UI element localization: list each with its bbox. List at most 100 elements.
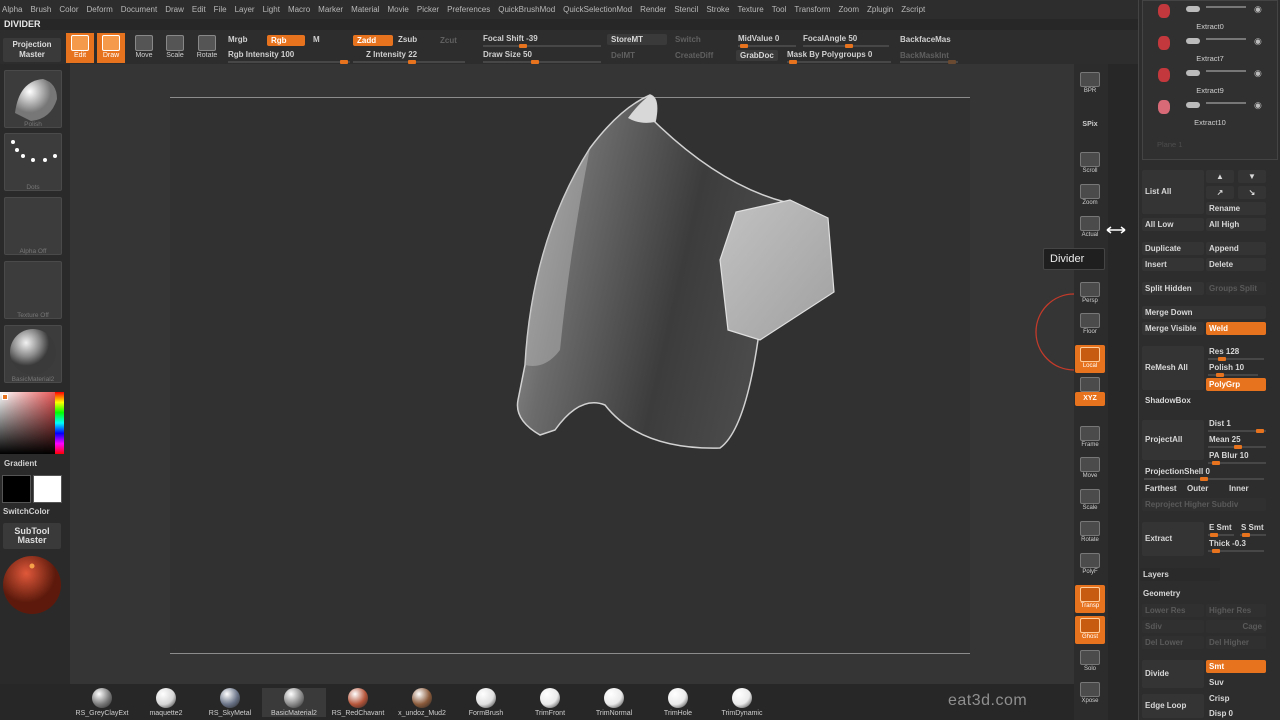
list-all-button[interactable]: List All [1142, 170, 1204, 214]
tool-spix-button[interactable]: SPix [1075, 118, 1105, 132]
storemt-button[interactable]: StoreMT [607, 34, 667, 45]
zcut-toggle[interactable]: Zcut [436, 35, 461, 46]
edge-loop-button[interactable]: Edge Loop [1142, 694, 1204, 718]
menu-item-color[interactable]: Color [59, 5, 78, 14]
divide-button[interactable]: Divide [1142, 660, 1204, 688]
grabdoc-button[interactable]: GrabDoc [736, 50, 778, 61]
groups-split-button[interactable]: Groups Split [1206, 282, 1266, 295]
mask-by-polygroups-track[interactable] [787, 60, 891, 64]
projectall-button[interactable]: ProjectAll [1142, 420, 1204, 460]
midvalue-slider[interactable]: MidValue 0 [738, 34, 779, 43]
menu-item-quickselectionmod[interactable]: QuickSelectionMod [563, 5, 632, 14]
thick-knob[interactable] [1212, 549, 1220, 553]
subtool-item[interactable]: ◉ Extract7 [1150, 34, 1270, 64]
material-item[interactable]: RS_SkyMetal [198, 688, 262, 717]
polish-slider[interactable]: Polish 10 [1206, 361, 1266, 374]
tool-rotate-button[interactable]: Rotate [1075, 519, 1105, 547]
subtool-item[interactable]: ◉ Extract0 [1150, 2, 1270, 32]
menu-item-render[interactable]: Render [640, 5, 666, 14]
rename-button[interactable]: Rename [1206, 202, 1266, 215]
scale-button[interactable]: Scale [161, 33, 189, 63]
tool-local-button[interactable]: Local [1075, 345, 1105, 373]
tool-xyz-button[interactable]: XYZ [1075, 392, 1105, 406]
weld-toggle[interactable]: Weld [1206, 322, 1266, 335]
move-down-button[interactable]: ▼ [1238, 170, 1266, 183]
menu-item-brush[interactable]: Brush [30, 5, 51, 14]
menu-item-edit[interactable]: Edit [192, 5, 206, 14]
backmaskint-slider[interactable]: BackMaskInt [896, 50, 953, 61]
menu-item-alpha[interactable]: Alpha [2, 5, 22, 14]
menu-item-tool[interactable]: Tool [772, 5, 787, 14]
draw-button[interactable]: Draw [97, 33, 125, 63]
del-higher-button[interactable]: Del Higher [1206, 636, 1266, 649]
tool-transp-button[interactable]: Transp [1075, 585, 1105, 613]
menu-item-stroke[interactable]: Stroke [706, 5, 729, 14]
tool-polyf-button[interactable]: PolyF [1075, 551, 1105, 579]
rgb-intensity-track[interactable] [228, 60, 350, 64]
polish-track[interactable] [1208, 373, 1258, 377]
inner-toggle[interactable]: Inner [1226, 482, 1266, 495]
draw-size-track[interactable] [483, 60, 601, 64]
creatediff-button[interactable]: CreateDiff [671, 50, 717, 61]
focalangle-track[interactable] [803, 44, 889, 48]
tool-persp-button[interactable]: Persp [1075, 280, 1105, 308]
delete-button[interactable]: Delete [1206, 258, 1266, 271]
menu-item-draw[interactable]: Draw [165, 5, 184, 14]
backmaskint-track[interactable] [900, 60, 958, 64]
polygrp-toggle[interactable]: PolyGrp [1206, 378, 1266, 391]
focalangle-slider[interactable]: FocalAngle 50 [803, 34, 857, 43]
eye-icon[interactable]: ◉ [1254, 4, 1262, 15]
menu-item-material[interactable]: Material [351, 5, 379, 14]
tool-xpose-button[interactable]: Xpose [1075, 680, 1105, 708]
m-toggle[interactable]: M [313, 35, 320, 44]
res-track[interactable] [1208, 357, 1264, 361]
s-smt-track[interactable] [1240, 533, 1266, 537]
secondary-color-swatch[interactable] [33, 475, 62, 503]
material-item[interactable]: x_undoz_Mud2 [390, 688, 454, 717]
zsub-toggle[interactable]: Zsub [398, 35, 417, 44]
texture-selector[interactable]: Texture Off [4, 261, 62, 319]
material-item[interactable]: RS_RedChavant [326, 688, 390, 717]
helmet-model-mesh[interactable] [500, 90, 840, 460]
material-item[interactable]: TrimDynamic [710, 688, 774, 717]
tool-frame-button[interactable]: Frame [1075, 424, 1105, 452]
subtool-toggle-icon[interactable] [1186, 70, 1200, 76]
color-picker-marker[interactable] [2, 394, 8, 400]
menu-item-texture[interactable]: Texture [737, 5, 763, 14]
rgb-intensity-slider[interactable]: Rgb Intensity 100 [228, 50, 294, 59]
merge-visible-button[interactable]: Merge Visible [1142, 322, 1204, 335]
eye-icon[interactable]: ◉ [1254, 100, 1262, 111]
material-item[interactable]: RS_GreyClayExt [70, 688, 134, 717]
outer-toggle[interactable]: Outer [1184, 482, 1224, 495]
tool-ghost-button[interactable]: Ghost [1075, 616, 1105, 644]
farthest-toggle[interactable]: Farthest [1142, 482, 1186, 495]
menu-item-transform[interactable]: Transform [794, 5, 830, 14]
menu-item-zoom[interactable]: Zoom [839, 5, 859, 14]
midvalue-knob[interactable] [740, 44, 748, 48]
alpha-selector[interactable]: Alpha Off [4, 197, 62, 255]
disp-slider[interactable]: Disp 0 [1206, 707, 1266, 720]
insert-button[interactable]: Insert [1142, 258, 1204, 271]
subtool-toggle-icon[interactable] [1186, 6, 1200, 12]
subtool-item[interactable]: ◉ Extract10 [1150, 98, 1270, 128]
select-up-button[interactable]: ↗ [1206, 186, 1234, 199]
material-item[interactable]: BasicMaterial2 [262, 688, 326, 717]
subtool-toggle-icon[interactable] [1186, 38, 1200, 44]
stroke-selector[interactable]: Dots [4, 133, 62, 191]
sdiv-slider[interactable]: Sdiv [1142, 620, 1204, 633]
eye-icon[interactable]: ◉ [1254, 68, 1262, 79]
menu-item-macro[interactable]: Macro [288, 5, 310, 14]
mask-by-polygroups-slider[interactable]: Mask By Polygroups 0 [787, 50, 872, 59]
tool-solo-button[interactable]: Solo [1075, 648, 1105, 676]
plane-subtool[interactable]: Plane 1 [1157, 140, 1182, 149]
subtool-opacity-slider[interactable] [1206, 70, 1246, 72]
tool-scroll-button[interactable]: Scroll [1075, 150, 1105, 178]
subtool-opacity-slider[interactable] [1206, 38, 1246, 40]
cage-button[interactable]: Cage [1206, 620, 1266, 633]
shadowbox-button[interactable]: ShadowBox [1142, 394, 1222, 407]
menu-item-document[interactable]: Document [121, 5, 157, 14]
mean-track[interactable] [1208, 445, 1266, 449]
rgb-toggle[interactable]: Rgb [267, 35, 305, 46]
focal-shift-slider[interactable]: Focal Shift -39 [483, 34, 538, 43]
menu-item-light[interactable]: Light [263, 5, 280, 14]
